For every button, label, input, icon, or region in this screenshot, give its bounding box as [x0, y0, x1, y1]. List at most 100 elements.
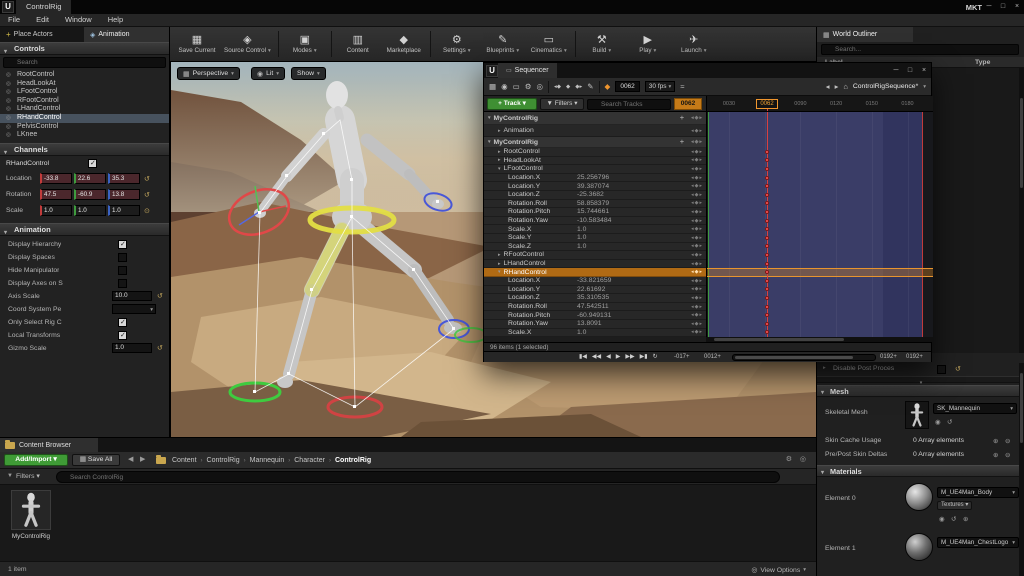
- menu-window[interactable]: Window: [57, 14, 100, 26]
- breadcrumb-content[interactable]: Content: [172, 457, 197, 464]
- settings-gear-icon[interactable]: ⚙: [786, 455, 792, 463]
- sequencer-track-rootcontrol[interactable]: ▸RootControl◂◆▸: [484, 148, 706, 157]
- toolbar-content-button[interactable]: ▥Content: [335, 28, 381, 61]
- playback-start-marker[interactable]: [708, 112, 709, 337]
- browse-icon[interactable]: ◉: [935, 418, 941, 426]
- sequencer-track-location-x[interactable]: Location.X-33.821659◂◆▸: [484, 277, 706, 286]
- skeletal-mesh-thumbnail[interactable]: [905, 401, 929, 429]
- gizmo-scale-field[interactable]: 1.0: [112, 343, 152, 353]
- key-nav-icons[interactable]: ◂◆▸: [691, 252, 703, 258]
- key-nav-icons[interactable]: ◂◆▸: [691, 226, 703, 232]
- toolbar-source-control-button[interactable]: ◈Source Control▾: [220, 28, 275, 61]
- add-element-icon[interactable]: ⊕: [993, 451, 998, 459]
- toolbar-settings-button[interactable]: ⚙Settings▾: [434, 28, 480, 61]
- render-movie-icon[interactable]: ▭: [513, 79, 520, 95]
- materials-section-header[interactable]: ▾Materials: [817, 465, 1024, 477]
- key-nav-icons[interactable]: ◂◆▸: [691, 166, 703, 172]
- play-button[interactable]: ▶: [616, 354, 621, 361]
- back-arrow-icon[interactable]: ◂: [826, 79, 830, 95]
- sequencer-track-location-x[interactable]: Location.X25.256796◂◆▸: [484, 174, 706, 183]
- maximize-icon[interactable]: □: [903, 64, 917, 78]
- controls-section-header[interactable]: ▾Controls: [0, 42, 170, 55]
- content-search-input[interactable]: [56, 471, 780, 483]
- key-nav-icons[interactable]: ◂◆▸: [691, 192, 703, 198]
- sequencer-track-lhandcontrol[interactable]: ▸LHandControl◂◆▸: [484, 260, 706, 269]
- outliner-search-input[interactable]: [821, 44, 1019, 55]
- next-key-icon[interactable]: ◆▸: [575, 79, 582, 95]
- sequencer-track-scale-z[interactable]: Scale.Z1.0◂◆▸: [484, 243, 706, 252]
- sequencer-track-scale-x[interactable]: Scale.X1.0◂◆▸: [484, 225, 706, 234]
- controls-tree-item-rfootcontrol[interactable]: ◎RFootControl: [0, 97, 170, 106]
- animation-section-header[interactable]: ▾Animation: [0, 223, 170, 236]
- previous-key-icon[interactable]: ◂◆: [554, 79, 561, 95]
- expander-icon[interactable]: ▾: [488, 115, 491, 121]
- rotation-x-field[interactable]: 47.5: [40, 189, 72, 200]
- material0-thumbnail[interactable]: [905, 483, 933, 511]
- minimize-icon[interactable]: ─: [889, 64, 903, 78]
- breadcrumb-controlrig[interactable]: ControlRig: [335, 457, 371, 464]
- material1-dropdown[interactable]: M_UE4Man_ChestLogo▾: [937, 537, 1019, 548]
- autokey-icon[interactable]: ◆: [605, 79, 611, 95]
- curve-editor-icon[interactable]: ≈: [680, 79, 684, 95]
- edit-pencil-icon[interactable]: ✎: [587, 79, 593, 95]
- sequencer-track-animation[interactable]: ▸Animation◂◆▸: [484, 125, 706, 137]
- sequencer-track-rotation-yaw[interactable]: Rotation.Yaw13.8091◂◆▸: [484, 320, 706, 329]
- reset-icon[interactable]: ↺: [951, 515, 956, 523]
- go-to-end-button[interactable]: ▶▮: [640, 354, 648, 361]
- hide-manipulator-checkbox[interactable]: [118, 266, 127, 275]
- key-nav-icons[interactable]: ◂◆▸: [691, 128, 703, 134]
- key-nav-icons[interactable]: ◂◆▸: [691, 183, 703, 189]
- sequencer-track-rotation-pitch[interactable]: Rotation.Pitch15.744661◂◆▸: [484, 208, 706, 217]
- sequencer-track-mycontrolrig[interactable]: ▾MyControlRig+◂◆▸: [484, 112, 706, 125]
- keyframe-dot[interactable]: [765, 210, 769, 214]
- key-nav-icons[interactable]: ◂◆▸: [691, 149, 703, 155]
- sequencer-track-rotation-roll[interactable]: Rotation.Roll58.858379◂◆▸: [484, 200, 706, 209]
- step-back-button[interactable]: ◀◀: [592, 354, 601, 361]
- keyframe-dot[interactable]: [765, 262, 769, 266]
- toolbar-launch-button[interactable]: ✈Launch▾: [671, 28, 717, 61]
- minimize-icon[interactable]: ─: [982, 0, 996, 14]
- scale-z-field[interactable]: 1.0: [108, 205, 140, 216]
- expander-icon[interactable]: ▾: [498, 269, 501, 275]
- mesh-section-header[interactable]: ▾Mesh: [817, 385, 1024, 397]
- textures-chip[interactable]: Textures ▾: [937, 501, 972, 510]
- display-axes-on-s-checkbox[interactable]: [118, 279, 127, 288]
- viewport-lit-button[interactable]: ◉Lit▾: [251, 67, 285, 80]
- sequencer-track-location-y[interactable]: Location.Y39.387074◂◆▸: [484, 182, 706, 191]
- add-element-icon[interactable]: ⊕: [993, 437, 998, 445]
- menu-help[interactable]: Help: [100, 14, 131, 26]
- scale-y-field[interactable]: 1.0: [74, 205, 106, 216]
- only-select-rig-c-checkbox[interactable]: [118, 318, 127, 327]
- sequencer-track-rotation-pitch[interactable]: Rotation.Pitch-60.949131◂◆▸: [484, 311, 706, 320]
- playback-end-marker[interactable]: [922, 112, 923, 337]
- current-frame-box[interactable]: 0062: [674, 98, 702, 110]
- coord-system-pe-dropdown[interactable]: ▾: [112, 304, 156, 314]
- channels-section-header[interactable]: ▾Channels: [0, 143, 170, 156]
- forward-button[interactable]: ▶: [140, 455, 145, 463]
- filter-funnel-icon[interactable]: ▼: [7, 473, 13, 479]
- add-track-button[interactable]: + Track ▾: [487, 98, 537, 110]
- key-nav-icons[interactable]: ◂◆▸: [691, 115, 703, 121]
- key-nav-icons[interactable]: ◂◆▸: [691, 312, 703, 318]
- asset-tile-mycontrolrig[interactable]: MyControlRig: [8, 490, 54, 552]
- reset-icon[interactable]: ↺: [144, 175, 150, 184]
- sequencer-track-headlookat[interactable]: ▸HeadLookAt◂◆▸: [484, 157, 706, 166]
- controls-tree-item-headlookat[interactable]: ◎HeadLookAt: [0, 80, 170, 89]
- sequencer-track-location-y[interactable]: Location.Y22.61692◂◆▸: [484, 286, 706, 295]
- breadcrumb-character[interactable]: Character: [294, 457, 325, 464]
- keyframe-dot[interactable]: [765, 236, 769, 240]
- key-nav-icons[interactable]: ◂◆▸: [691, 139, 703, 145]
- timeline-ruler[interactable]: 003000600090012001500180 0062: [706, 96, 933, 112]
- keyframe-dot[interactable]: [765, 176, 769, 180]
- menu-file[interactable]: File: [0, 14, 28, 26]
- expander-icon[interactable]: ▸: [498, 252, 501, 258]
- reset-icon[interactable]: ↺: [955, 365, 961, 374]
- key-nav-icons[interactable]: ◂◆▸: [691, 278, 703, 284]
- view-range-start[interactable]: -017+: [674, 354, 690, 360]
- key-nav-icons[interactable]: ◂◆▸: [691, 200, 703, 206]
- tab-sequencer[interactable]: ▭Sequencer: [498, 63, 557, 78]
- asset-grid[interactable]: MyControlRig: [0, 485, 816, 561]
- tab-place-actors[interactable]: + Place Actors: [0, 27, 84, 42]
- sequencer-track-scale-x[interactable]: Scale.X1.0◂◆▸: [484, 329, 706, 337]
- loop-button[interactable]: ↻: [653, 354, 658, 361]
